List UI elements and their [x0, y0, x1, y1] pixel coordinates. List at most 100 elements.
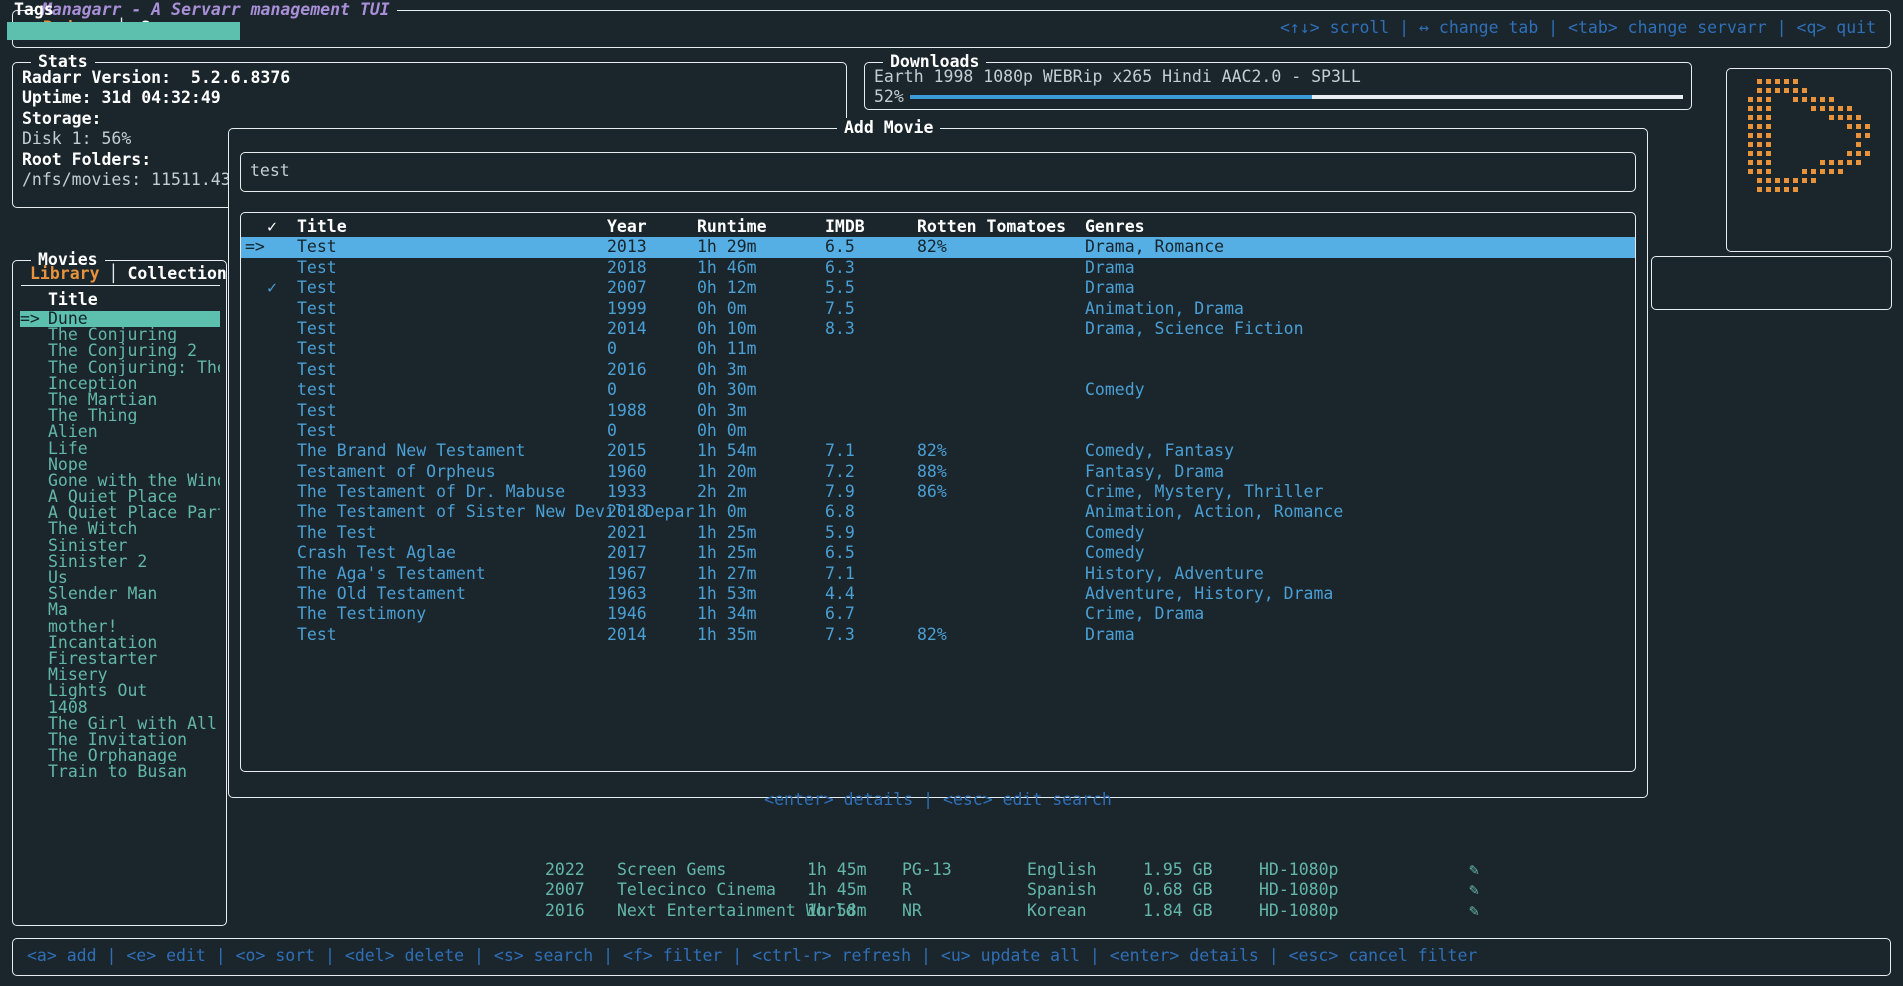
table-row[interactable]: The Old Testament19631h 53m4.4Adventure,… [241, 584, 1635, 604]
table-row[interactable]: The Test20211h 25m5.9Comedy [241, 523, 1635, 543]
cell-year: 1999 [607, 299, 697, 319]
table-row[interactable]: Test20141h 35m7.382%Drama [241, 625, 1635, 645]
sidebar-item-4[interactable]: Inception [20, 376, 220, 392]
add-movie-search-input[interactable]: test [240, 152, 1636, 192]
sidebar-item-6[interactable]: The Thing [20, 408, 220, 424]
table-row[interactable]: Crash Test Aglae20171h 25m6.5Comedy [241, 543, 1635, 563]
column-runtime[interactable]: Runtime [697, 217, 825, 237]
cell-rotten-tomatoes [917, 339, 1085, 359]
sidebar-item-11[interactable]: A Quiet Place [20, 489, 220, 505]
column-rotten-tomatoes[interactable]: Rotten Tomatoes [917, 217, 1085, 237]
table-row[interactable]: The Testament of Sister New Devil: Depar… [241, 502, 1635, 522]
table-row[interactable]: Test19990h 0m7.5Animation, Drama [241, 299, 1635, 319]
sidebar-movie-list[interactable]: =>DuneThe ConjuringThe Conjuring 2The Co… [20, 311, 220, 921]
sidebar-item-10[interactable]: Gone with the Wind [20, 473, 220, 489]
cell-year: 2007 [607, 278, 697, 298]
cell-rotten-tomatoes: 82% [917, 625, 1085, 645]
sidebar-item-22[interactable]: Misery [20, 667, 220, 683]
cell-title: The Test [297, 523, 607, 543]
cell-imdb: 8.3 [825, 319, 917, 339]
sidebar-item-label: 1408 [48, 700, 88, 716]
sidebar-tab-collections[interactable]: Collections [118, 264, 245, 284]
table-row[interactable]: 2007Telecinco Cinema1h 45mRSpanish0.68 G… [240, 880, 1873, 900]
cell-genres [1085, 401, 1635, 421]
search-input-value: test [250, 161, 290, 181]
table-row[interactable]: Test00h 0m [241, 421, 1635, 441]
sidebar-item-label: Ma [48, 602, 68, 618]
sidebar-item-26[interactable]: The Invitation [20, 732, 220, 748]
sidebar-item-14[interactable]: Sinister [20, 538, 220, 554]
cell-size: 1.95 GB [1143, 860, 1259, 880]
table-row[interactable]: Test20140h 10m8.3Drama, Science Fiction [241, 319, 1635, 339]
table-row[interactable]: Test20160h 3m [241, 360, 1635, 380]
table-row[interactable]: The Aga's Testament19671h 27m7.1History,… [241, 564, 1635, 584]
table-row[interactable]: 2016Next Entertainment World1h 58mNRKore… [240, 901, 1873, 921]
sidebar-item-19[interactable]: mother! [20, 619, 220, 635]
sidebar-item-8[interactable]: Life [20, 441, 220, 457]
column-imdb[interactable]: IMDB [825, 217, 917, 237]
cell-imdb: 7.3 [825, 625, 917, 645]
sidebar-item-1[interactable]: The Conjuring [20, 327, 220, 343]
cell-language: Spanish [1027, 880, 1143, 900]
table-row[interactable]: =>Test20131h 29m6.582%Drama, Romance [241, 237, 1635, 257]
selection-arrow-icon [241, 360, 267, 380]
table-row[interactable]: Test19880h 3m [241, 401, 1635, 421]
sidebar-item-0[interactable]: =>Dune [20, 311, 220, 327]
sidebar-tab-library[interactable]: Library [21, 264, 109, 284]
sidebar-item-5[interactable]: The Martian [20, 392, 220, 408]
column-check[interactable]: ✓ [267, 217, 297, 237]
cell-rating: PG-13 [902, 860, 1027, 880]
cell-rotten-tomatoes [917, 278, 1085, 298]
sidebar-item-28[interactable]: Train to Busan [20, 764, 220, 780]
sidebar-item-label: The Orphanage [48, 748, 177, 764]
cell-runtime: 1h 35m [697, 625, 825, 645]
table-row[interactable]: The Testament of Dr. Mabuse19332h 2m7.98… [241, 482, 1635, 502]
sidebar-item-20[interactable]: Incantation [20, 635, 220, 651]
table-row[interactable]: The Testimony19461h 34m6.7Crime, Drama [241, 604, 1635, 624]
table-row[interactable]: ✓Test20070h 12m5.5Drama [241, 278, 1635, 298]
sidebar-item-label: Gone with the Wind [48, 473, 220, 489]
sidebar-item-12[interactable]: A Quiet Place Part II [20, 505, 220, 521]
cell-rotten-tomatoes [917, 401, 1085, 421]
header-keybindings: <↑↓> scroll | ↔ change tab | <tab> chang… [1280, 18, 1876, 38]
movies-sidebar-tabs: Library │ Collections │ [21, 264, 256, 284]
sidebar-item-label: mother! [48, 619, 118, 635]
sidebar-item-18[interactable]: Ma [20, 602, 220, 618]
table-row[interactable]: 2022Screen Gems1h 45mPG-13English1.95 GB… [240, 860, 1873, 880]
column-title[interactable]: Title [297, 217, 607, 237]
sidebar-item-23[interactable]: Lights Out [20, 683, 220, 699]
cell-rotten-tomatoes [917, 523, 1085, 543]
cell-runtime: 1h 45m [807, 860, 902, 880]
sidebar-item-16[interactable]: Us [20, 570, 220, 586]
column-year[interactable]: Year [607, 217, 697, 237]
table-row[interactable]: Testament of Orpheus19601h 20m7.288%Fant… [241, 462, 1635, 482]
footer-panel: <a> add | <e> edit | <o> sort | <del> de… [12, 938, 1891, 976]
sidebar-item-7[interactable]: Alien [20, 424, 220, 440]
sidebar-item-2[interactable]: The Conjuring 2 [20, 343, 220, 359]
row-check-icon [267, 421, 297, 441]
table-row[interactable]: The Brand New Testament20151h 54m7.182%C… [241, 441, 1635, 461]
library-table[interactable]: 2022Screen Gems1h 45mPG-13English1.95 GB… [240, 860, 1873, 921]
sidebar-item-21[interactable]: Firestarter [20, 651, 220, 667]
sidebar-item-label: The Conjuring: The De [48, 360, 220, 376]
sidebar-item-24[interactable]: 1408 [20, 700, 220, 716]
search-results-table[interactable]: ✓TitleYearRuntimeIMDBRotten TomatoesGenr… [241, 217, 1635, 645]
table-row[interactable]: Test00h 11m [241, 339, 1635, 359]
cell-title: Test [297, 237, 607, 257]
table-row[interactable]: test00h 30mComedy [241, 380, 1635, 400]
tags-selected-row[interactable] [7, 22, 240, 40]
sidebar-item-25[interactable]: The Girl with All the [20, 716, 220, 732]
sidebar-item-15[interactable]: Sinister 2 [20, 554, 220, 570]
sidebar-item-27[interactable]: The Orphanage [20, 748, 220, 764]
right-side-panel [1651, 256, 1892, 310]
table-row[interactable]: Test20181h 46m6.3Drama [241, 258, 1635, 278]
cell-genres: Animation, Drama [1085, 299, 1635, 319]
cell-year: 1960 [607, 462, 697, 482]
storage-label: Storage: [22, 109, 101, 128]
sidebar-item-9[interactable]: Nope [20, 457, 220, 473]
sidebar-item-label: Slender Man [48, 586, 157, 602]
sidebar-item-13[interactable]: The Witch [20, 521, 220, 537]
column-genres[interactable]: Genres [1085, 217, 1635, 237]
sidebar-item-3[interactable]: The Conjuring: The De [20, 360, 220, 376]
sidebar-item-17[interactable]: Slender Man [20, 586, 220, 602]
